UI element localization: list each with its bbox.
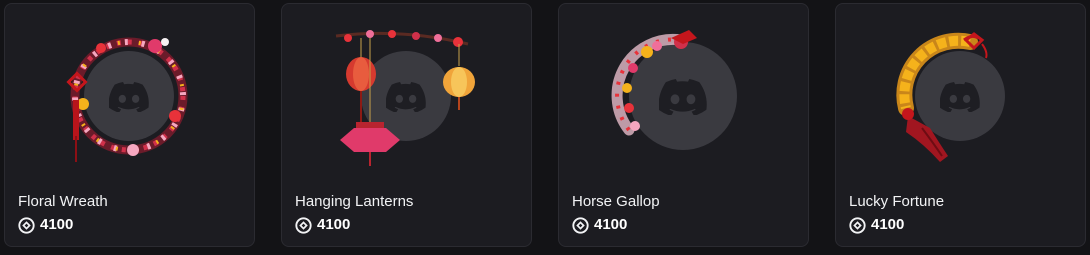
- decoration-preview: [5, 4, 254, 184]
- decoration-price: 4100: [572, 216, 627, 234]
- decoration-card-hanging-lanterns[interactable]: Hanging Lanterns 4100: [281, 3, 532, 247]
- decoration-card-horse-gallop[interactable]: Horse Gallop 4100: [558, 3, 809, 247]
- discord-logo-icon: [109, 82, 149, 112]
- orb-icon: [849, 216, 866, 234]
- price-value: 4100: [317, 216, 351, 233]
- price-value: 4100: [594, 216, 628, 233]
- decoration-name: Hanging Lanterns: [295, 193, 414, 210]
- decoration-price: 4100: [18, 216, 73, 234]
- orb-icon: [295, 216, 312, 234]
- price-value: 4100: [871, 216, 905, 233]
- discord-logo-icon: [659, 79, 707, 115]
- decoration-name: Horse Gallop: [572, 193, 660, 210]
- decoration-price: 4100: [295, 216, 350, 234]
- decoration-card-lucky-fortune[interactable]: Lucky Fortune 4100: [835, 3, 1086, 247]
- decoration-grid: Floral Wreath 4100 Hanging Lanterns 4100…: [0, 0, 1090, 255]
- decoration-preview: [559, 4, 808, 184]
- decoration-name: Lucky Fortune: [849, 193, 945, 210]
- discord-logo-icon: [940, 82, 980, 112]
- decoration-price: 4100: [849, 216, 904, 234]
- discord-logo-icon: [386, 82, 426, 112]
- decoration-card-floral-wreath[interactable]: Floral Wreath 4100: [4, 3, 255, 247]
- orb-icon: [572, 216, 589, 234]
- orb-icon: [18, 216, 35, 234]
- decoration-preview: [836, 4, 1085, 184]
- decoration-name: Floral Wreath: [18, 193, 108, 210]
- decoration-preview: [282, 4, 531, 184]
- price-value: 4100: [40, 216, 74, 233]
